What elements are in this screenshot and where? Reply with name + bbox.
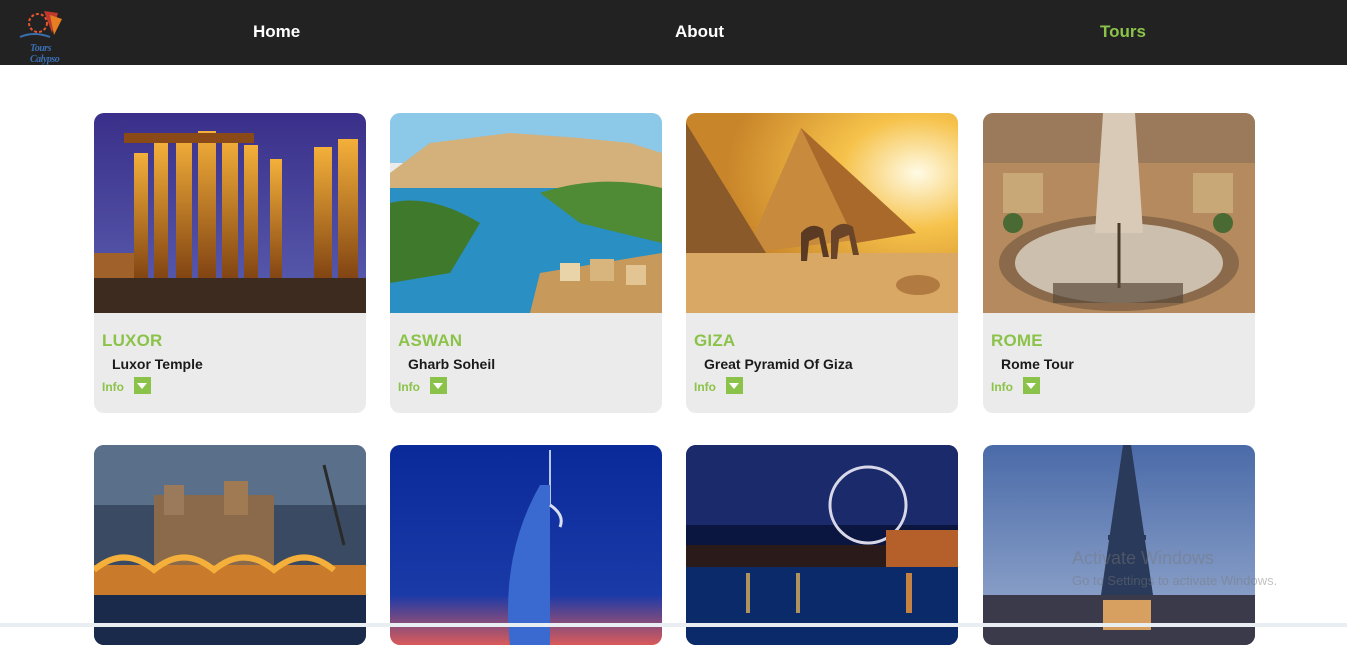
- card-tour-name: Gharb Soheil: [408, 356, 496, 372]
- info-link[interactable]: Info: [102, 380, 124, 394]
- rome-square-photo: [983, 113, 1255, 313]
- info-link[interactable]: Info: [398, 380, 420, 394]
- horizontal-scrollbar[interactable]: [0, 623, 1347, 627]
- chevron-down-icon[interactable]: [1023, 377, 1040, 394]
- tour-card[interactable]: [686, 445, 958, 645]
- chevron-down-icon[interactable]: [726, 377, 743, 394]
- logo-text: Tours Calypso: [30, 43, 60, 65]
- info-link[interactable]: Info: [694, 380, 716, 394]
- luxor-temple-photo: [94, 113, 366, 313]
- nav-home-link[interactable]: Home: [253, 22, 300, 42]
- tour-card[interactable]: [94, 445, 366, 645]
- nav-tours-link[interactable]: Tours: [1100, 22, 1146, 42]
- card-tour-name: Great Pyramid Of Giza: [704, 356, 853, 372]
- london-eye-photo: [686, 445, 958, 645]
- card-tour-name: Luxor Temple: [112, 356, 203, 372]
- amsterdam-canal-photo: [94, 445, 366, 645]
- card-city: ASWAN: [398, 331, 463, 350]
- card-tour-name: Rome Tour: [1001, 356, 1074, 372]
- card-city: LUXOR: [102, 331, 163, 350]
- tour-card[interactable]: GIZA Great Pyramid Of Giza Info: [686, 113, 958, 413]
- tour-card[interactable]: [983, 445, 1255, 645]
- tours-calypso-logo[interactable]: Tours Calypso: [14, 5, 70, 65]
- card-city: GIZA: [694, 331, 736, 350]
- card-city: ROME: [991, 331, 1043, 350]
- nav-about-link[interactable]: About: [675, 22, 724, 42]
- chevron-down-icon[interactable]: [430, 377, 447, 394]
- dubai-burj-photo: [390, 445, 662, 645]
- info-link[interactable]: Info: [991, 380, 1013, 394]
- tour-card[interactable]: ASWAN Gharb Soheil Info: [390, 113, 662, 413]
- aswan-nile-photo: [390, 113, 662, 313]
- tour-card[interactable]: LUXOR Luxor Temple Info: [94, 113, 366, 413]
- tour-card[interactable]: [390, 445, 662, 645]
- tour-card[interactable]: ROME Rome Tour Info: [983, 113, 1255, 413]
- giza-pyramid-photo: [686, 113, 958, 313]
- paris-eiffel-photo: [983, 445, 1255, 645]
- top-navbar: Tours Calypso Home About Tours: [0, 0, 1347, 65]
- chevron-down-icon[interactable]: [134, 377, 151, 394]
